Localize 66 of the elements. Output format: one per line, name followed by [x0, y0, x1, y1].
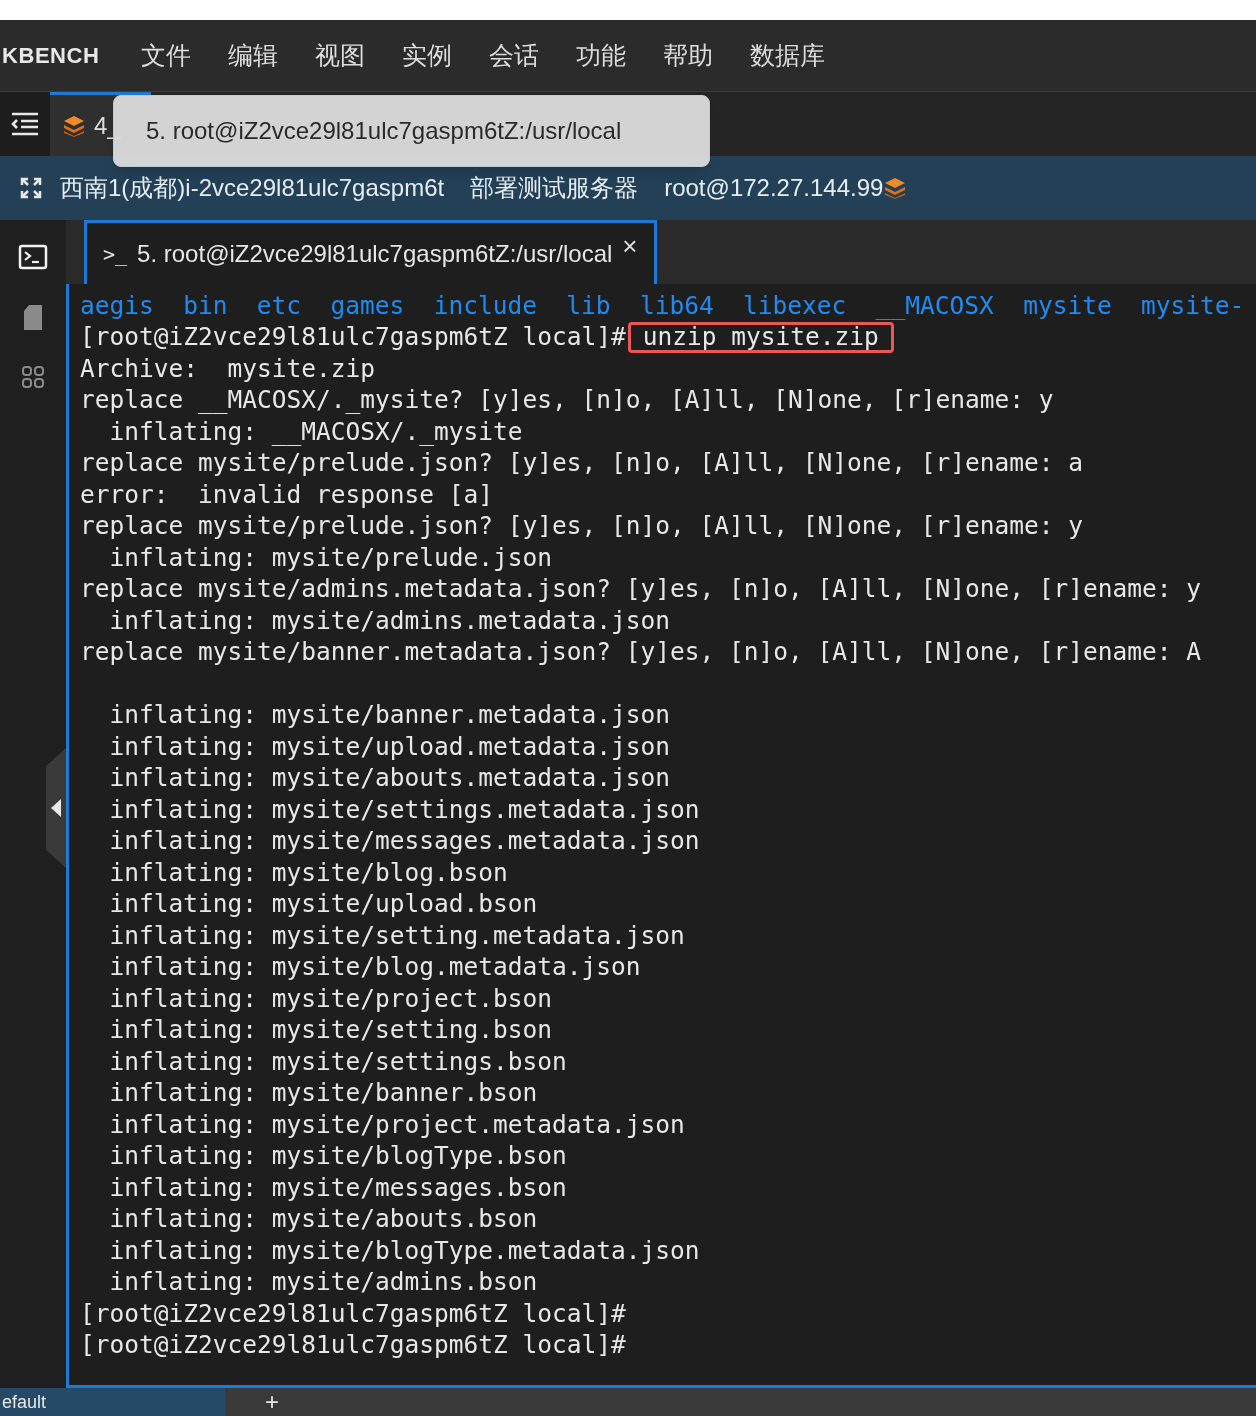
- shell-command: unzip mysite.zip: [627, 321, 894, 353]
- stack-icon: [883, 176, 908, 200]
- output-line: replace mysite/prelude.json? [y]es, [n]o, [A]ll, [N]one, [r]ename: y: [80, 510, 1084, 543]
- output-line: replace mysite/banner.metadata.json? [y]es, [n]o, [A]ll, [N]one, [r]ename: A: [80, 636, 1202, 669]
- stack-icon: [62, 113, 86, 138]
- output-line: inflating: mysite/abouts.metadata.json: [108, 762, 670, 795]
- output-line: inflating: mysite/blog.metadata.json: [108, 951, 641, 984]
- instance-name: 西南1(成都)i-2vce29l81ulc7gaspm6t: [60, 173, 445, 203]
- close-icon[interactable]: ×: [622, 227, 638, 266]
- directory-name: lib64: [639, 289, 714, 322]
- output-line: replace __MACOSX/._mysite? [y]es, [n]o, [A]ll, [N]one, [r]ename: y: [80, 384, 1054, 417]
- directory-name: aegis: [80, 289, 154, 322]
- output-line: inflating: mysite/project.metadata.json: [108, 1108, 685, 1141]
- shell-prompt: [root@iZ2vce29l81ulc7gaspm6tZ local]#: [80, 1297, 626, 1330]
- output-line: inflating: mysite/blogType.metadata.json: [108, 1234, 700, 1267]
- terminal-icon[interactable]: [18, 242, 48, 272]
- directory-name: games: [330, 289, 405, 322]
- output-line: inflating: mysite/setting.bson: [108, 1014, 552, 1047]
- output-line: replace mysite/prelude.json? [y]es, [n]o, [A]ll, [N]one, [r]ename: a: [80, 447, 1084, 480]
- output-line: inflating: mysite/upload.bson: [108, 888, 538, 921]
- output-line: replace mysite/admins.metadata.json? [y]es, [n]o, [A]ll, [N]one, [r]ename: y: [80, 573, 1202, 606]
- directory-name: lib: [566, 289, 611, 322]
- output-line: inflating: mysite/banner.bson: [108, 1077, 538, 1110]
- add-tab-button[interactable]: +: [265, 1388, 279, 1416]
- output-line: error: invalid response [a]: [80, 478, 493, 511]
- output-line: inflating: mysite/messages.metadata.json: [108, 825, 700, 858]
- terminal-tab[interactable]: >_ 5. root@iZ2vce29l81ulc7gaspm6tZ:/usr/local ×: [84, 220, 657, 284]
- caret-icon: [51, 799, 61, 817]
- shell-prompt: [root@iZ2vce29l81ulc7gaspm6tZ local]#: [80, 1329, 626, 1362]
- directory-name: include: [433, 289, 537, 322]
- directory-name: bin: [183, 289, 228, 322]
- directory-name: __MACOSX: [875, 289, 994, 322]
- output-line: inflating: mysite/banner.metadata.json: [108, 699, 670, 732]
- menu-item[interactable]: 会话: [489, 36, 540, 75]
- menu-item[interactable]: 实例: [402, 36, 453, 75]
- menu-item[interactable]: 帮助: [663, 36, 714, 75]
- menu-item[interactable]: 数据库: [750, 36, 826, 75]
- shell-prompt: [root@iZ2vce29l81ulc7gaspm6tZ local]#: [80, 321, 626, 354]
- output-line: Archive: mysite.zip: [80, 352, 375, 385]
- directory-name: libexec: [743, 289, 847, 322]
- menu-item[interactable]: 视图: [315, 36, 366, 75]
- output-line: inflating: mysite/blog.bson: [108, 856, 508, 889]
- directory-name: mysite: [1023, 289, 1112, 322]
- output-line: inflating: mysite/admins.bson: [108, 1266, 538, 1299]
- output-line: inflating: mysite/messages.bson: [108, 1171, 567, 1204]
- expand-icon[interactable]: [20, 177, 42, 199]
- output-line: inflating: mysite/setting.metadata.json: [108, 919, 685, 952]
- bottom-tab[interactable]: efault: [0, 1388, 225, 1416]
- server-name: 部署测试服务器: [470, 173, 639, 203]
- output-line: inflating: __MACOSX/._mysite: [108, 415, 523, 448]
- output-line: inflating: mysite/project.bson: [108, 982, 552, 1015]
- output-line: inflating: mysite/settings.metadata.json: [108, 793, 700, 826]
- menu-item[interactable]: 文件: [141, 36, 192, 75]
- output-line: inflating: mysite/abouts.bson: [108, 1203, 538, 1236]
- app-title: KBENCH: [2, 42, 100, 70]
- output-line: inflating: mysite/admins.metadata.json: [108, 604, 670, 637]
- output-line: inflating: mysite/settings.bson: [108, 1045, 567, 1078]
- menu-item[interactable]: 编辑: [228, 36, 279, 75]
- output-line: inflating: mysite/upload.metadata.json: [108, 730, 670, 763]
- login-address: root@172.27.144.99: [664, 173, 884, 203]
- menu-icon[interactable]: [10, 111, 40, 137]
- directory-name: etc: [256, 289, 302, 322]
- directory-name: mysite-: [1141, 289, 1245, 322]
- output-line: inflating: mysite/blogType.bson: [108, 1140, 567, 1173]
- menu-item[interactable]: 功能: [576, 36, 627, 75]
- output-line: inflating: mysite/prelude.json: [108, 541, 552, 574]
